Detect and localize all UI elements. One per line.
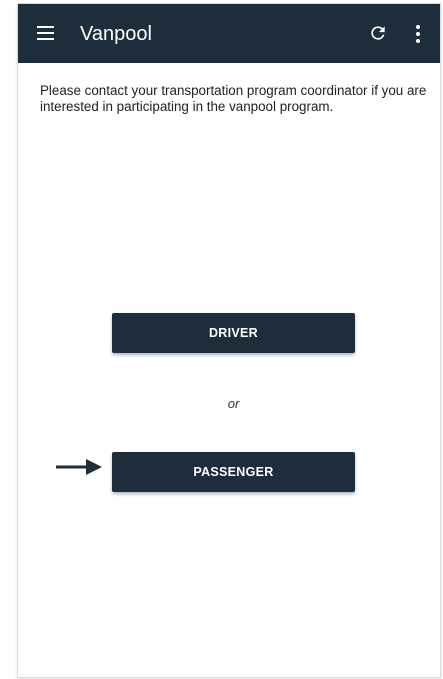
phone-screen: Vanpool Please contact your transportati… — [17, 3, 441, 678]
more-vertical-icon[interactable] — [415, 25, 421, 43]
info-message: Please contact your transportation progr… — [40, 83, 427, 114]
page-title: Vanpool — [80, 23, 152, 45]
arrow-right-icon — [56, 459, 102, 475]
driver-button[interactable]: DRIVER — [112, 313, 355, 353]
passenger-button[interactable]: PASSENGER — [112, 452, 355, 492]
hamburger-menu-icon[interactable] — [37, 26, 54, 40]
or-separator: or — [227, 396, 240, 411]
app-bar: Vanpool — [18, 4, 440, 63]
refresh-icon[interactable] — [368, 23, 388, 43]
